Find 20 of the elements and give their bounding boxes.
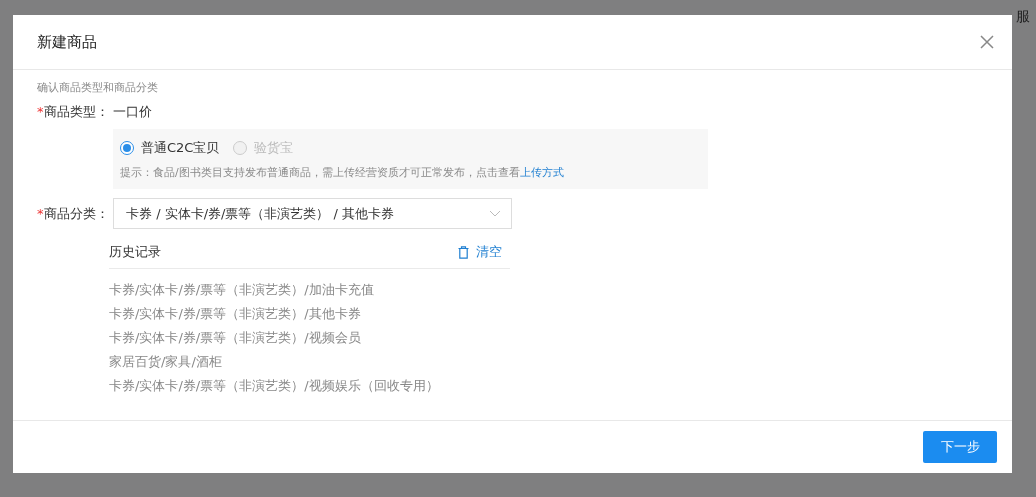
history-title: 历史记录 — [109, 243, 161, 261]
history-item[interactable]: 卡券/实体卡/券/票等（非演艺类）/其他卡券 — [109, 305, 510, 323]
field-label: *商品类型： — [37, 103, 110, 121]
history-item[interactable]: 家居百货/家具/酒柜 — [109, 353, 510, 371]
type-value: 一口价 — [113, 103, 152, 121]
history-item[interactable]: 卡券/实体卡/券/票等（非演艺类）/视频娱乐（回收专用） — [109, 377, 510, 395]
chevron-icon — [489, 209, 501, 218]
section-hint: 确认商品类型和商品分类 — [37, 80, 159, 95]
next-button[interactable]: 下一步 — [923, 431, 997, 463]
trash-icon — [458, 245, 469, 259]
history-item[interactable]: 卡券/实体卡/券/票等（非演艺类）/加油卡充值 — [109, 281, 510, 299]
clear-button[interactable]: 清空 — [458, 243, 510, 261]
field-label: *商品分类： — [37, 204, 110, 223]
category-select[interactable]: 卡券 / 实体卡/券/票等（非演艺类） / 其他卡券 — [113, 198, 512, 229]
radio-option[interactable]: 普通C2C宝贝 — [120, 139, 220, 157]
dialog-title: 新建商品 — [37, 32, 97, 52]
history-item[interactable]: 卡券/实体卡/券/票等（非演艺类）/视频会员 — [109, 329, 510, 347]
close-icon[interactable] — [980, 35, 994, 49]
tip-text: 提示：食品/图书类目支持发布普通商品，需上传经营资质才可正常发布，点击查看上传方式 — [120, 165, 565, 180]
upload-link[interactable]: 上传方式 — [519, 166, 564, 179]
